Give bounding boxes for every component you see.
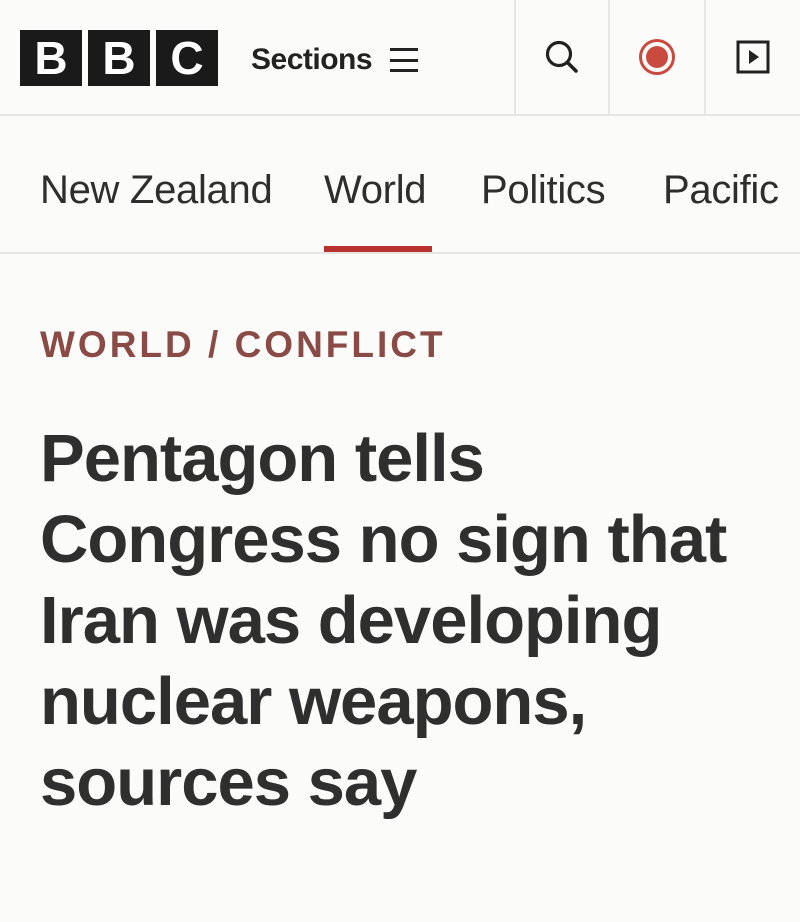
- search-button[interactable]: [514, 0, 608, 114]
- live-button[interactable]: [608, 0, 704, 114]
- live-record-icon: [639, 39, 675, 75]
- article-headline: Pentagon tells Congress no sign that Ira…: [40, 421, 727, 820]
- logo-letter: B: [88, 30, 150, 86]
- logo-letter: C: [156, 30, 218, 86]
- sections-menu-button[interactable]: Sections: [251, 40, 419, 80]
- nav-item-pacific[interactable]: Pacific: [663, 168, 779, 213]
- play-icon: [736, 40, 770, 74]
- active-tab-indicator: [324, 246, 432, 252]
- search-icon: [545, 40, 578, 73]
- nav-item-world[interactable]: World: [324, 168, 427, 213]
- sections-label: Sections: [251, 43, 373, 76]
- nav-item-new-zealand[interactable]: New Zealand: [40, 168, 273, 213]
- article-kicker[interactable]: WORLD / CONFLICT: [40, 324, 446, 366]
- logo-letter: B: [20, 30, 82, 86]
- section-nav: New Zealand World Politics Pacific: [0, 118, 800, 254]
- play-button[interactable]: [704, 0, 800, 114]
- site-header: B B C Sections: [0, 0, 800, 116]
- bbc-logo[interactable]: B B C: [20, 30, 218, 86]
- nav-item-politics[interactable]: Politics: [481, 168, 606, 213]
- hamburger-menu-icon: [390, 48, 419, 72]
